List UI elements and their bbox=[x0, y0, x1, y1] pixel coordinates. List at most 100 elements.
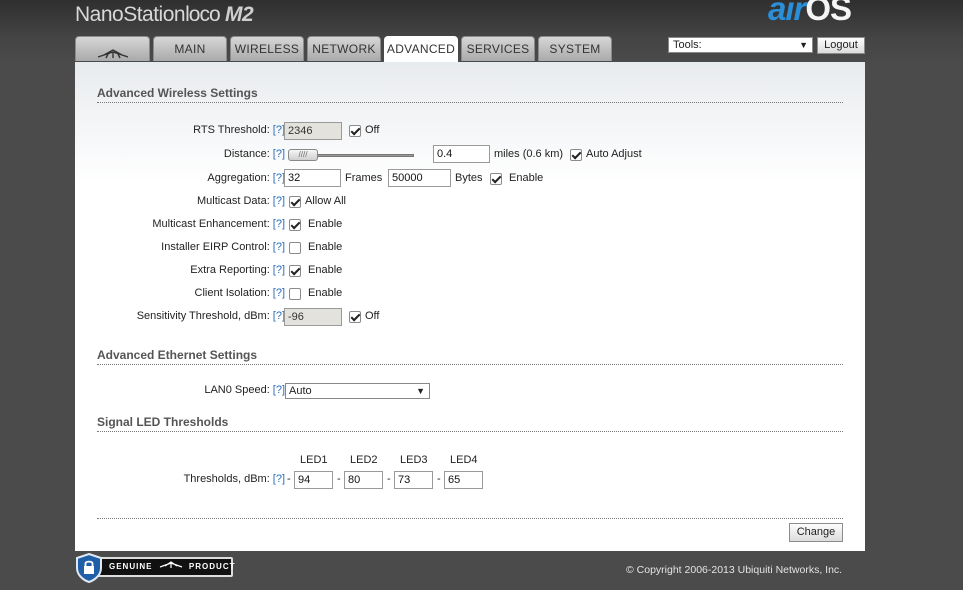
aggregation-enable-checkbox[interactable] bbox=[490, 173, 502, 185]
top-header: NanoStationloco M2 airOS MAIN WIRELESS N… bbox=[0, 0, 963, 62]
multicast-enhancement-row: Multicast Enhancement: [?] Enable bbox=[75, 215, 865, 235]
brand-os-text: OS bbox=[805, 0, 852, 27]
auto-adjust-checkbox[interactable] bbox=[570, 149, 582, 161]
extra-reporting-text: Enable bbox=[308, 264, 343, 276]
client-isolation-label: Client Isolation: [?] bbox=[194, 287, 285, 299]
client-isolation-row: Client Isolation: [?] Enable bbox=[75, 284, 865, 304]
aggregation-enable-label: Enable bbox=[509, 172, 544, 184]
eirp-control-checkbox[interactable] bbox=[289, 242, 301, 254]
tab-advanced[interactable]: ADVANCED bbox=[384, 36, 458, 62]
extra-reporting-label: Extra Reporting: [?] bbox=[190, 264, 285, 276]
tab-ubiquiti-logo[interactable] bbox=[75, 36, 150, 61]
rts-off-checkbox[interactable] bbox=[349, 125, 361, 137]
help-link[interactable]: [?] bbox=[273, 473, 285, 485]
dropdown-arrow-icon: ▼ bbox=[416, 386, 425, 396]
ubiquiti-logo-icon bbox=[159, 559, 183, 575]
extra-reporting-row: Extra Reporting: [?] Enable bbox=[75, 261, 865, 281]
led-thresholds-label: Thresholds, dBm: [?] bbox=[183, 473, 285, 485]
help-link[interactable]: [?] bbox=[273, 195, 285, 207]
aggregation-label: Aggregation: [?] bbox=[207, 172, 285, 184]
eirp-control-label: Installer EIRP Control: [?] bbox=[161, 241, 285, 253]
led-separator: - bbox=[337, 473, 341, 485]
section-title-advanced-wireless: Advanced Wireless Settings bbox=[97, 86, 843, 103]
multicast-enhancement-checkbox[interactable] bbox=[289, 219, 301, 231]
led3-header: LED3 bbox=[400, 454, 428, 466]
eirp-control-row: Installer EIRP Control: [?] Enable bbox=[75, 238, 865, 258]
help-link[interactable]: [?] bbox=[273, 241, 285, 253]
product-model: M2 bbox=[224, 3, 254, 26]
multicast-enhancement-label: Multicast Enhancement: [?] bbox=[152, 218, 285, 230]
brand-air-text: air bbox=[768, 0, 806, 27]
lan0-speed-select[interactable]: Auto ▼ bbox=[285, 383, 430, 399]
rts-threshold-label: RTS Threshold: [?] bbox=[193, 124, 285, 136]
led4-input[interactable]: 65 bbox=[444, 471, 483, 489]
tab-wireless[interactable]: WIRELESS bbox=[230, 36, 304, 61]
sensitivity-threshold-input[interactable]: -96 bbox=[284, 308, 342, 326]
help-link[interactable]: [?] bbox=[273, 148, 285, 160]
sensitivity-off-checkbox[interactable] bbox=[349, 311, 361, 323]
distance-unit-text: miles (0.6 km) bbox=[494, 148, 564, 160]
bytes-label: Bytes bbox=[455, 172, 483, 184]
help-link[interactable]: [?] bbox=[273, 218, 285, 230]
tab-network[interactable]: NETWORK bbox=[307, 36, 381, 61]
led-separator: - bbox=[437, 473, 441, 485]
copyright-text: © Copyright 2006-2013 Ubiquiti Networks,… bbox=[626, 564, 843, 576]
help-link[interactable]: [?] bbox=[273, 264, 285, 276]
rts-off-label: Off bbox=[365, 124, 380, 136]
section-title-advanced-ethernet: Advanced Ethernet Settings bbox=[97, 348, 843, 365]
logout-button[interactable]: Logout bbox=[817, 37, 865, 54]
aggregation-row: Aggregation: [?] 32 Frames 50000 Bytes En… bbox=[75, 169, 865, 189]
led2-header: LED2 bbox=[350, 454, 378, 466]
bottom-divider bbox=[97, 518, 843, 519]
lan0-speed-label: LAN0 Speed: [?] bbox=[204, 384, 285, 396]
led2-input[interactable]: 80 bbox=[344, 471, 383, 489]
rts-threshold-input[interactable]: 2346 bbox=[284, 122, 342, 140]
main-content: Advanced Wireless Settings RTS Threshold… bbox=[75, 62, 865, 551]
client-isolation-checkbox[interactable] bbox=[289, 288, 301, 300]
help-link[interactable]: [?] bbox=[273, 384, 285, 396]
rts-threshold-row: RTS Threshold: [?] 2346 Off bbox=[75, 121, 865, 141]
tools-select-value: Tools: bbox=[673, 39, 702, 51]
sensitivity-off-label: Off bbox=[365, 310, 380, 322]
genuine-product-badge: GENUINE PRODUCT bbox=[75, 552, 236, 584]
led1-input[interactable]: 94 bbox=[294, 471, 333, 489]
distance-row: Distance: [?] //// 0.4 miles (0.6 km) Aut… bbox=[75, 145, 865, 165]
tab-main[interactable]: MAIN bbox=[153, 36, 227, 61]
extra-reporting-checkbox[interactable] bbox=[289, 265, 301, 277]
lock-shield-icon bbox=[75, 552, 103, 584]
section-title-signal-led: Signal LED Thresholds bbox=[97, 415, 843, 432]
led-separator: - bbox=[287, 473, 291, 485]
multicast-data-label: Multicast Data: [?] bbox=[197, 195, 285, 207]
genuine-product-bar: GENUINE PRODUCT bbox=[89, 557, 236, 577]
led3-input[interactable]: 73 bbox=[394, 471, 433, 489]
change-button[interactable]: Change bbox=[789, 523, 843, 542]
tools-select[interactable]: Tools: ▼ bbox=[668, 37, 813, 53]
client-isolation-text: Enable bbox=[308, 287, 343, 299]
multicast-enhancement-text: Enable bbox=[308, 218, 343, 230]
led1-header: LED1 bbox=[300, 454, 328, 466]
badge-genuine-text: GENUINE bbox=[109, 562, 153, 572]
dropdown-arrow-icon: ▼ bbox=[799, 40, 808, 50]
lan0-speed-value: Auto bbox=[289, 385, 312, 397]
eirp-control-text: Enable bbox=[308, 241, 343, 253]
badge-product-text: PRODUCT bbox=[188, 562, 236, 572]
multicast-data-checkbox[interactable] bbox=[289, 196, 301, 208]
multicast-data-text: Allow All bbox=[305, 195, 346, 207]
product-logo: NanoStationloco M2 bbox=[75, 3, 254, 27]
tab-services[interactable]: SERVICES bbox=[461, 36, 535, 61]
distance-slider-handle[interactable]: //// bbox=[288, 149, 318, 161]
led-separator: - bbox=[387, 473, 391, 485]
aggregation-frames-input[interactable]: 32 bbox=[284, 169, 341, 187]
help-link[interactable]: [?] bbox=[273, 287, 285, 299]
tab-system[interactable]: SYSTEM bbox=[538, 36, 612, 61]
airos-logo: airOS bbox=[768, 0, 852, 28]
distance-label: Distance: [?] bbox=[223, 148, 285, 160]
auto-adjust-label: Auto Adjust bbox=[586, 148, 642, 160]
aggregation-bytes-input[interactable]: 50000 bbox=[388, 169, 451, 187]
distance-input[interactable]: 0.4 bbox=[433, 145, 490, 163]
sensitivity-threshold-label: Sensitivity Threshold, dBm: [?] bbox=[136, 310, 285, 322]
product-variant: loco bbox=[185, 3, 221, 26]
multicast-data-row: Multicast Data: [?] Allow All bbox=[75, 192, 865, 212]
led-thresholds-row: Thresholds, dBm: [?] - 94 - 80 - 73 - 65 bbox=[75, 470, 865, 490]
sensitivity-threshold-row: Sensitivity Threshold, dBm: [?] -96 Off bbox=[75, 307, 865, 327]
